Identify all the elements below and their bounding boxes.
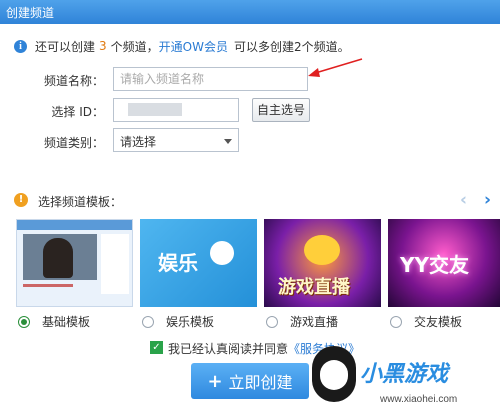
create-button-label: 立即创建 (228, 373, 293, 392)
template-thumb-game[interactable]: 游戏直播 (264, 219, 381, 307)
plus-icon: + (207, 370, 223, 392)
choose-id-button[interactable]: 自主选号 (252, 98, 310, 122)
radio-social[interactable]: 交友模板 (390, 313, 462, 330)
watermark-brand: 小黑游戏 (360, 362, 449, 387)
radio-basic[interactable]: 基础模板 (18, 313, 90, 330)
next-arrow-icon[interactable]: › (484, 190, 491, 210)
radio-game-label: 游戏直播 (290, 315, 339, 329)
radio-social-dot (390, 315, 402, 328)
thumb-text-game: 游戏直播 (278, 277, 350, 298)
radio-entertainment-dot (142, 315, 154, 328)
thumb-avatar (43, 238, 73, 278)
game-mascot-icon (304, 235, 340, 265)
info-icon: i (14, 39, 27, 53)
thumb-text-entertainment: 娱乐 (158, 251, 198, 275)
id-input[interactable] (113, 98, 239, 122)
panda-face (320, 360, 348, 390)
create-button[interactable]: + 立即创建 (191, 363, 309, 399)
radio-basic-label: 基础模板 (42, 315, 91, 329)
channel-type-select[interactable]: 请选择 (113, 128, 239, 152)
mascot-icon (210, 241, 234, 265)
id-blur (128, 103, 182, 116)
radio-entertainment[interactable]: 娱乐模板 (142, 313, 214, 330)
template-thumb-entertainment[interactable]: 娱乐 (140, 219, 257, 307)
id-label: 选择 ID： (51, 105, 104, 119)
template-thumb-social[interactable]: YY交友 (388, 219, 500, 307)
channel-name-label: 频道名称： (43, 74, 104, 88)
warning-icon: ! (14, 193, 28, 207)
agree-text: 我已经认真阅读并同意 (168, 342, 289, 356)
thumb-header (17, 220, 132, 230)
radio-game[interactable]: 游戏直播 (266, 313, 338, 330)
radio-social-label: 交友模板 (414, 315, 463, 329)
thumb-text-social: YY交友 (400, 253, 469, 277)
info-count: 3 (99, 39, 107, 53)
radio-entertainment-label: 娱乐模板 (166, 315, 215, 329)
template-thumb-basic[interactable] (16, 219, 133, 307)
watermark-url: www.xiaohei.com (380, 394, 458, 405)
annotation-arrow-icon (308, 58, 363, 77)
radio-basic-dot (18, 315, 30, 328)
ow-member-link[interactable]: 开通OW会员 (159, 38, 228, 55)
channel-name-input[interactable] (113, 67, 308, 91)
info-text-mid: 个频道， (110, 39, 159, 54)
window-title: 创建频道 (6, 6, 55, 20)
chevron-down-icon (224, 139, 232, 144)
channel-type-value: 请选择 (120, 135, 157, 149)
thumb-line (23, 284, 73, 287)
info-text-post: 可以多创建2个频道。 (233, 39, 350, 54)
info-text-pre: 还可以创建 (35, 39, 96, 54)
channel-type-label: 频道类别： (43, 136, 104, 150)
info-bar: i 还可以创建 3 个频道， 开通OW会员 可以多创建2个频道。 (14, 38, 350, 54)
template-section-title: 选择频道模板： (38, 195, 123, 209)
agree-checkbox[interactable]: ✓ (150, 341, 163, 354)
panda-logo-icon (312, 346, 356, 402)
prev-arrow-icon[interactable]: ‹ (460, 190, 467, 210)
thumb-side (101, 234, 129, 294)
radio-game-dot (266, 315, 278, 328)
title-bar: 创建频道 (0, 0, 500, 24)
